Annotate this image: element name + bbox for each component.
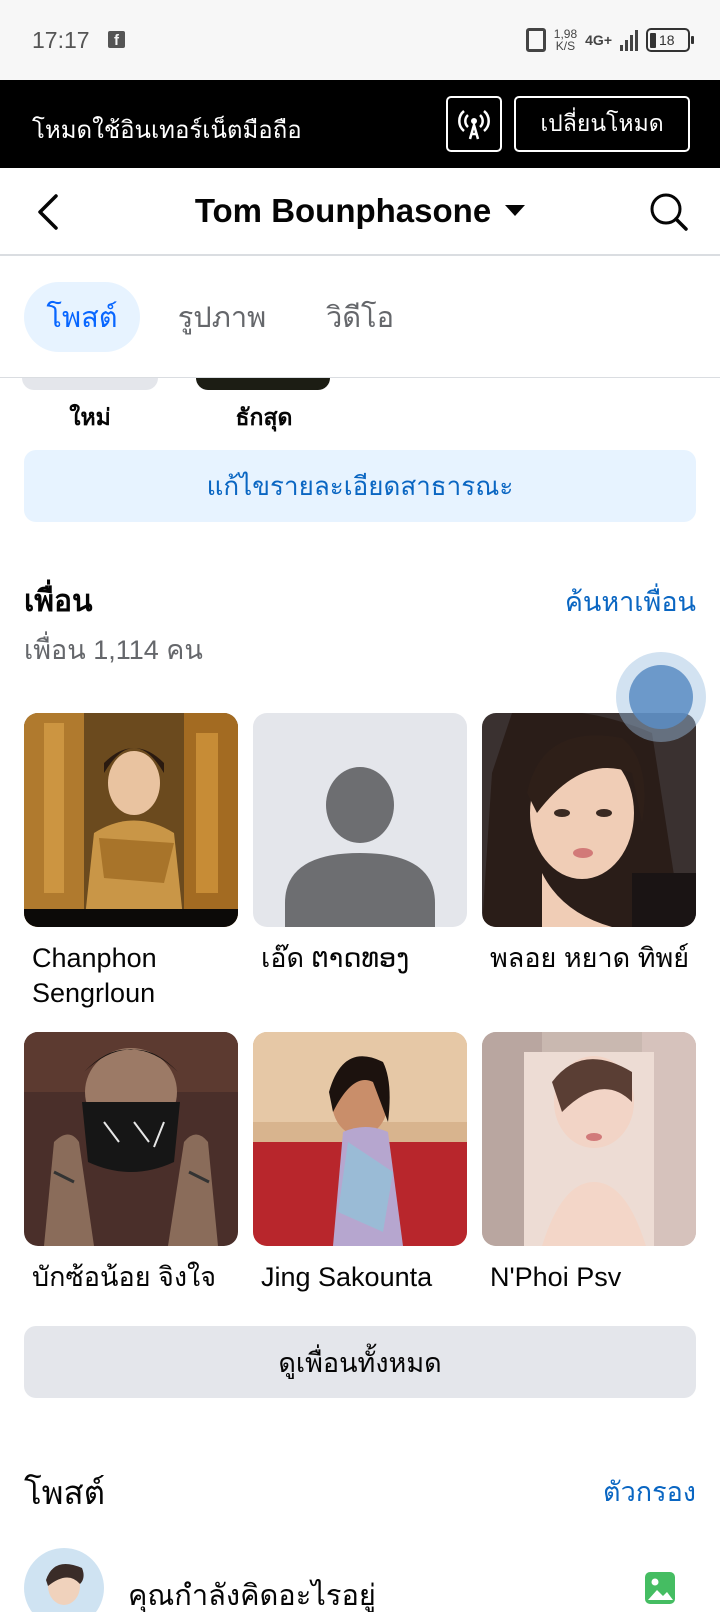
see-all-friends-button[interactable]: ดูเพื่อนทั้งหมด — [24, 1326, 696, 1398]
friend-name[interactable]: พลอย หยาด ทิพย์ — [482, 941, 696, 976]
friends-count: เพื่อน 1,114 คน — [24, 635, 203, 665]
page-title: Tom Bounphasone — [194, 192, 492, 229]
battery-level: 18 — [659, 32, 675, 48]
battery-icon: 18 — [646, 28, 694, 52]
friend-photo[interactable] — [24, 713, 238, 927]
network-speed: 1,98 K/S — [553, 27, 578, 53]
avatar[interactable] — [24, 1548, 104, 1612]
friend-card[interactable]: พลอย หยาด ทิพย์ — [482, 713, 696, 976]
photo-icon — [645, 1572, 675, 1604]
signal-icon — [620, 29, 638, 51]
friend-name[interactable]: Chanphon Sengrloun — [24, 941, 238, 1011]
friend-photo[interactable] — [253, 713, 467, 927]
tab-posts[interactable]: โพสต์ — [24, 282, 140, 352]
friend-card[interactable]: Chanphon Sengrloun — [24, 713, 238, 1011]
profile-tabs: โพสต์ รูปภาพ วิดีโอ — [0, 256, 720, 378]
posts-section-title: โพสต์ — [24, 1474, 106, 1511]
edit-public-details-button[interactable]: แก้ไขรายละเอียดสาธารณะ — [24, 450, 696, 522]
highlight-label: ธักสุด — [235, 404, 293, 430]
tab-photos[interactable]: รูปภาพ — [170, 282, 274, 352]
highlight-new-label: ใหม่ — [69, 404, 111, 430]
friend-photo[interactable] — [482, 1032, 696, 1246]
profile-header: Tom Bounphasone — [0, 168, 720, 256]
friend-photo[interactable] — [253, 1032, 467, 1246]
friend-name[interactable]: เอ๊ด ຕາດທອງ — [253, 941, 467, 976]
status-time: 17:17 — [32, 27, 90, 53]
composer-prompt[interactable]: คุณกำลังคิดอะไรอยู่ — [128, 1572, 376, 1612]
facebook-icon: f — [108, 31, 125, 49]
default-avatar-icon — [253, 713, 467, 927]
banner-text: โหมดใช้อินเทอร์เน็ตมือถือ — [32, 117, 302, 144]
vibrate-icon — [525, 28, 546, 52]
status-indicators: 1,98 K/S 4G+ 18 — [525, 25, 694, 55]
mobile-data-banner: โหมดใช้อินเทอร์เน็ตมือถือ เปลี่ยนโหมด — [0, 80, 720, 168]
status-bar: 17:17 f 1,98 K/S 4G+ 18 — [0, 0, 720, 80]
touch-indicator — [616, 652, 706, 742]
friend-name[interactable]: บักซ้อน้อย จิงใจ — [24, 1260, 238, 1295]
highlight-new-circle[interactable] — [22, 378, 158, 390]
friend-card[interactable]: N'Phoi Psv — [482, 1032, 696, 1295]
search-button[interactable] — [648, 190, 690, 234]
highlight-cover[interactable] — [196, 378, 330, 390]
broadcast-icon — [458, 110, 490, 140]
network-type: 4G+ — [585, 32, 612, 48]
tab-videos[interactable]: วิดีโอ — [318, 282, 402, 352]
switch-mode-button[interactable]: เปลี่ยนโหมด — [514, 96, 690, 152]
broadcast-button[interactable] — [446, 96, 502, 152]
caret-down-icon — [505, 204, 526, 216]
search-icon — [650, 193, 688, 231]
filter-link[interactable]: ตัวกรอง — [603, 1470, 696, 1513]
friend-card[interactable]: เอ๊ด ຕາດທອງ — [253, 713, 467, 976]
friends-section-title: เพื่อน — [24, 585, 93, 618]
friend-photo[interactable] — [24, 1032, 238, 1246]
friend-name[interactable]: N'Phoi Psv — [482, 1260, 696, 1295]
friend-photo[interactable] — [482, 713, 696, 927]
friend-card[interactable]: บักซ้อน้อย จิงใจ — [24, 1032, 238, 1295]
find-friends-link[interactable]: ค้นหาเพื่อน — [565, 580, 696, 623]
photo-button[interactable] — [644, 1570, 676, 1606]
profile-name-dropdown[interactable]: Tom Bounphasone — [0, 192, 720, 230]
friend-card[interactable]: Jing Sakounta — [253, 1032, 467, 1295]
friend-name[interactable]: Jing Sakounta — [253, 1260, 467, 1295]
